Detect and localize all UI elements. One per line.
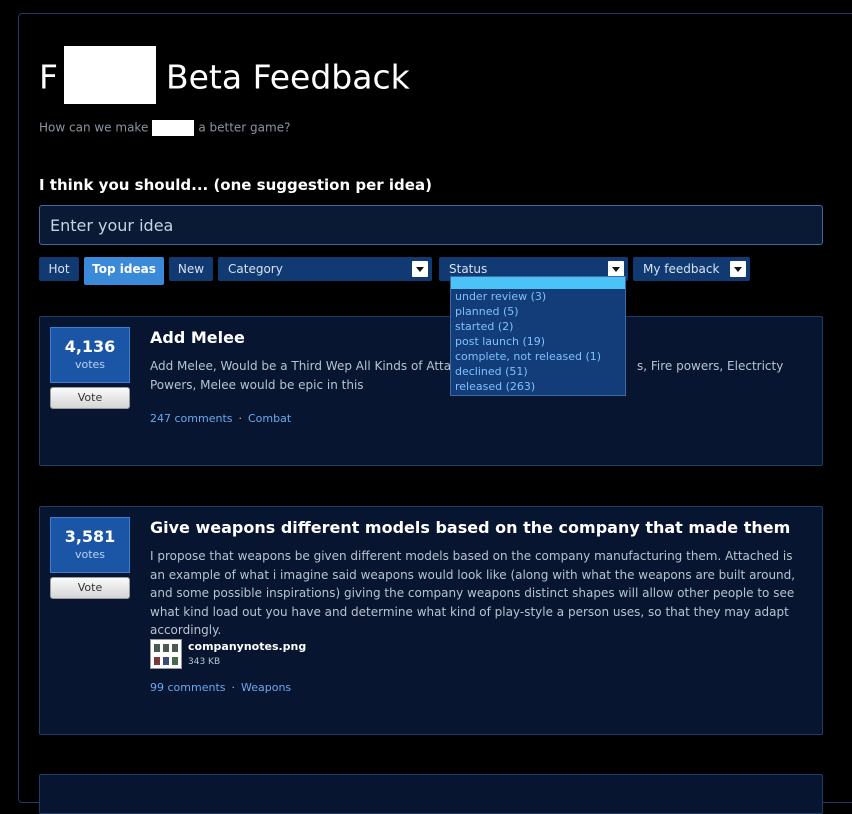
category-link[interactable]: Combat: [248, 412, 291, 425]
redacted-block-small: [152, 120, 195, 136]
filter-top-ideas-button[interactable]: Top ideas: [84, 257, 164, 285]
idea-meta: 99 comments · Weapons: [150, 681, 291, 694]
separator-dot: ·: [238, 412, 242, 425]
subtitle-suffix: a better game?: [198, 120, 291, 135]
title-suffix: Beta Feedback: [165, 57, 410, 97]
status-option[interactable]: complete, not released (1): [451, 349, 625, 364]
my-feedback-select-label: My feedback: [643, 262, 720, 276]
vote-count-label: votes: [74, 358, 106, 371]
category-link[interactable]: Weapons: [241, 681, 291, 694]
dropdown-selected-blank[interactable]: [451, 277, 625, 289]
vote-button[interactable]: Vote: [50, 387, 130, 409]
status-option[interactable]: post launch (19): [451, 334, 625, 349]
comments-link[interactable]: 99 comments: [150, 681, 226, 694]
category-select-label: Category: [228, 262, 283, 276]
redacted-block: [63, 46, 156, 104]
vote-button[interactable]: Vote: [50, 577, 130, 599]
status-option[interactable]: declined (51): [451, 364, 625, 379]
vote-count-box: 3,581 votes: [50, 517, 130, 573]
attachment-name[interactable]: companynotes.png: [188, 640, 306, 653]
status-option[interactable]: planned (5): [451, 304, 625, 319]
status-dropdown-list: under review (3) planned (5) started (2)…: [450, 276, 626, 396]
status-option[interactable]: started (2): [451, 319, 625, 334]
idea-meta: 247 comments · Combat: [150, 412, 291, 425]
idea-title[interactable]: Add Melee: [150, 328, 245, 347]
idea-input[interactable]: [39, 205, 823, 245]
subtitle-prefix: How can we make: [39, 120, 149, 135]
feedback-page: F Beta Feedback How can we make a better g…: [18, 13, 852, 814]
idea-card: [39, 774, 823, 814]
vote-count: 4,136: [64, 337, 116, 356]
vote-count-label: votes: [74, 548, 106, 561]
idea-card: 3,581 votes Vote Give weapons different …: [39, 506, 823, 735]
chevron-down-icon[interactable]: [412, 261, 428, 277]
idea-card: 4,136 votes Vote Add Melee Add Melee, Wo…: [39, 316, 823, 466]
filter-hot-button[interactable]: Hot: [39, 257, 79, 281]
attachment-thumbnail[interactable]: [150, 639, 182, 669]
vote-count: 3,581: [64, 527, 116, 546]
comments-link[interactable]: 247 comments: [150, 412, 232, 425]
idea-prompt: I think you should... (one suggestion pe…: [39, 176, 432, 194]
status-select-label: Status: [449, 262, 488, 276]
vote-count-box: 4,136 votes: [50, 327, 130, 383]
category-select[interactable]: Category: [218, 257, 432, 281]
page-title: F Beta Feedback: [39, 46, 410, 108]
chevron-down-icon[interactable]: [730, 261, 746, 277]
title-prefix: F: [39, 57, 58, 97]
chevron-down-icon[interactable]: [608, 261, 624, 277]
status-option[interactable]: under review (3): [451, 289, 625, 304]
attachment-size: 343 KB: [188, 657, 221, 667]
my-feedback-select[interactable]: My feedback: [633, 257, 750, 281]
status-option[interactable]: released (263): [451, 379, 625, 394]
idea-description: I propose that weapons be given differen…: [150, 549, 796, 637]
filter-new-button[interactable]: New: [169, 257, 213, 281]
idea-title[interactable]: Give weapons different models based on t…: [150, 518, 790, 537]
page-subtitle: How can we make a better game?: [39, 120, 290, 136]
separator-dot: ·: [231, 681, 236, 694]
